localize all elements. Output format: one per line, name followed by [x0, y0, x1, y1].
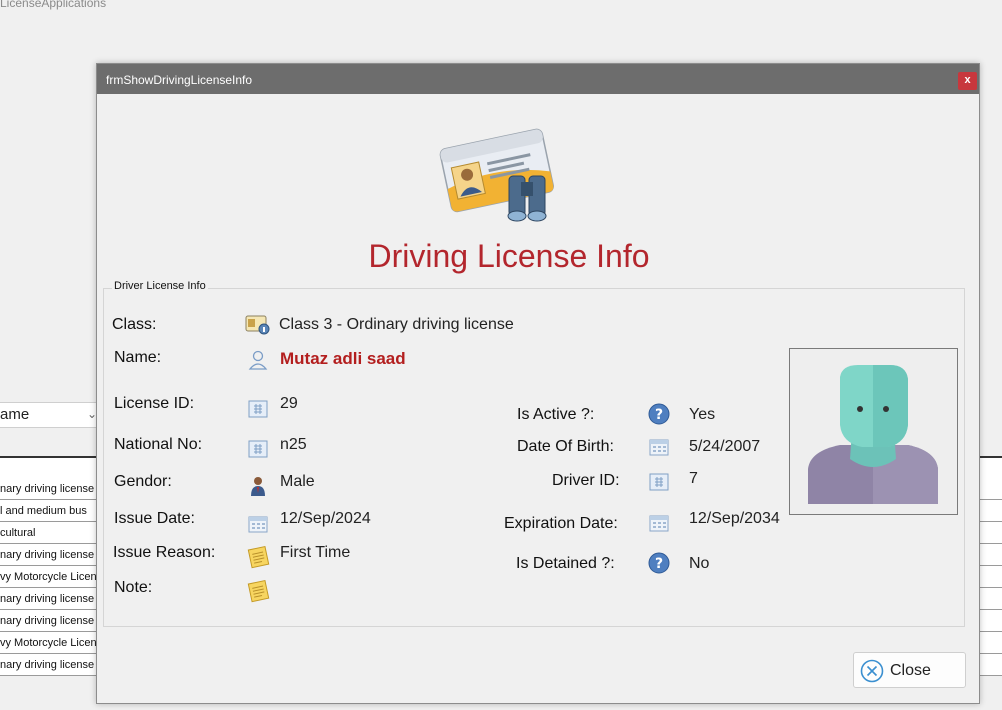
- table-row-edge: [979, 588, 1002, 610]
- question-icon: ?: [648, 403, 670, 425]
- gender-value: Male: [280, 473, 315, 490]
- question-icon: ?: [648, 552, 670, 574]
- grid-header-right: [979, 456, 1002, 478]
- name-label: Name:: [114, 349, 162, 366]
- filter-combobox-value: ame: [0, 406, 30, 423]
- svg-text:?: ?: [655, 407, 663, 423]
- issue-reason-label: Issue Reason:: [113, 544, 216, 561]
- class-icon: [245, 315, 270, 335]
- background-window-title: LicenseApplications: [0, 0, 107, 10]
- license-id-value: 29: [280, 395, 298, 412]
- table-row[interactable]: vy Motorcycle License: [0, 632, 100, 654]
- id-card-icon: [649, 473, 669, 491]
- table-row-edge: [979, 478, 1002, 500]
- table-row-edge: [979, 544, 1002, 566]
- license-id-label: License ID:: [114, 395, 195, 412]
- calendar-icon: [248, 516, 268, 533]
- close-button-label: Close: [890, 662, 931, 679]
- note-label: Note:: [114, 579, 153, 596]
- gender-label: Gendor:: [114, 473, 172, 490]
- driving-license-info-dialog: frmShowDrivingLicenseInfo x Driving Lice…: [96, 63, 980, 704]
- table-row[interactable]: cultural: [0, 522, 100, 544]
- id-card-icon: [248, 400, 268, 418]
- table-row-edge: [979, 610, 1002, 632]
- issue-date-label: Issue Date:: [114, 510, 195, 527]
- table-row[interactable]: nary driving license: [0, 610, 100, 632]
- is-active-label: Is Active ?:: [517, 406, 595, 423]
- table-row[interactable]: nary driving license: [0, 544, 100, 566]
- gender-male-icon: [251, 477, 265, 496]
- issue-reason-value: First Time: [280, 544, 351, 561]
- is-detained-value: No: [689, 555, 710, 572]
- table-row-edge: [979, 654, 1002, 676]
- close-window-button[interactable]: x: [958, 72, 977, 90]
- class-value: Class 3 - Ordinary driving license: [279, 316, 514, 333]
- class-label: Class:: [112, 316, 157, 333]
- is-active-value: Yes: [689, 406, 716, 423]
- issue-date-value: 12/Sep/2024: [280, 510, 371, 527]
- dialog-title: frmShowDrivingLicenseInfo: [106, 73, 253, 87]
- expiration-date-label: Expiration Date:: [504, 515, 618, 532]
- date-of-birth-label: Date Of Birth:: [517, 438, 614, 455]
- note-icon: [247, 545, 270, 569]
- table-row[interactable]: nary driving license: [0, 478, 100, 500]
- table-row[interactable]: l and medium bus: [0, 500, 100, 522]
- calendar-icon: [649, 515, 669, 532]
- note-icon: [247, 579, 270, 603]
- is-detained-label: Is Detained ?:: [516, 555, 615, 572]
- page-title: Driving License Info: [368, 238, 650, 274]
- close-circle-icon: [860, 659, 884, 683]
- id-card-icon: [248, 440, 268, 458]
- table-row-edge: [979, 566, 1002, 588]
- national-no-label: National No:: [114, 436, 203, 453]
- table-row[interactable]: vy Motorcycle License: [0, 566, 100, 588]
- table-row-edge: [979, 500, 1002, 522]
- national-no-value: n25: [280, 436, 307, 453]
- license-grid-right-edge: [979, 456, 1002, 676]
- table-row-edge: [979, 522, 1002, 544]
- license-card-icon: [439, 128, 554, 222]
- avatar-placeholder: [808, 365, 938, 504]
- driver-photo: [789, 348, 958, 515]
- date-of-birth-value: 5/24/2007: [689, 438, 761, 455]
- table-row-edge: [979, 632, 1002, 654]
- dialog-titlebar: frmShowDrivingLicenseInfo x: [97, 64, 979, 94]
- table-row[interactable]: nary driving license: [0, 588, 100, 610]
- calendar-icon: [649, 439, 669, 456]
- group-title: Driver License Info: [112, 280, 208, 292]
- license-grid[interactable]: nary driving license l and medium bus cult…: [0, 456, 100, 676]
- driver-id-value: 7: [689, 470, 698, 487]
- svg-text:?: ?: [655, 556, 663, 572]
- person-icon: [248, 350, 268, 370]
- driver-id-label: Driver ID:: [552, 472, 620, 489]
- table-row[interactable]: nary driving license: [0, 654, 100, 676]
- expiration-date-value: 12/Sep/2034: [689, 510, 780, 527]
- filter-combobox[interactable]: ame ⌄: [0, 402, 102, 428]
- grid-header: [0, 456, 100, 478]
- name-value: Mutaz adli saad: [280, 349, 406, 368]
- close-button[interactable]: Close: [853, 652, 966, 688]
